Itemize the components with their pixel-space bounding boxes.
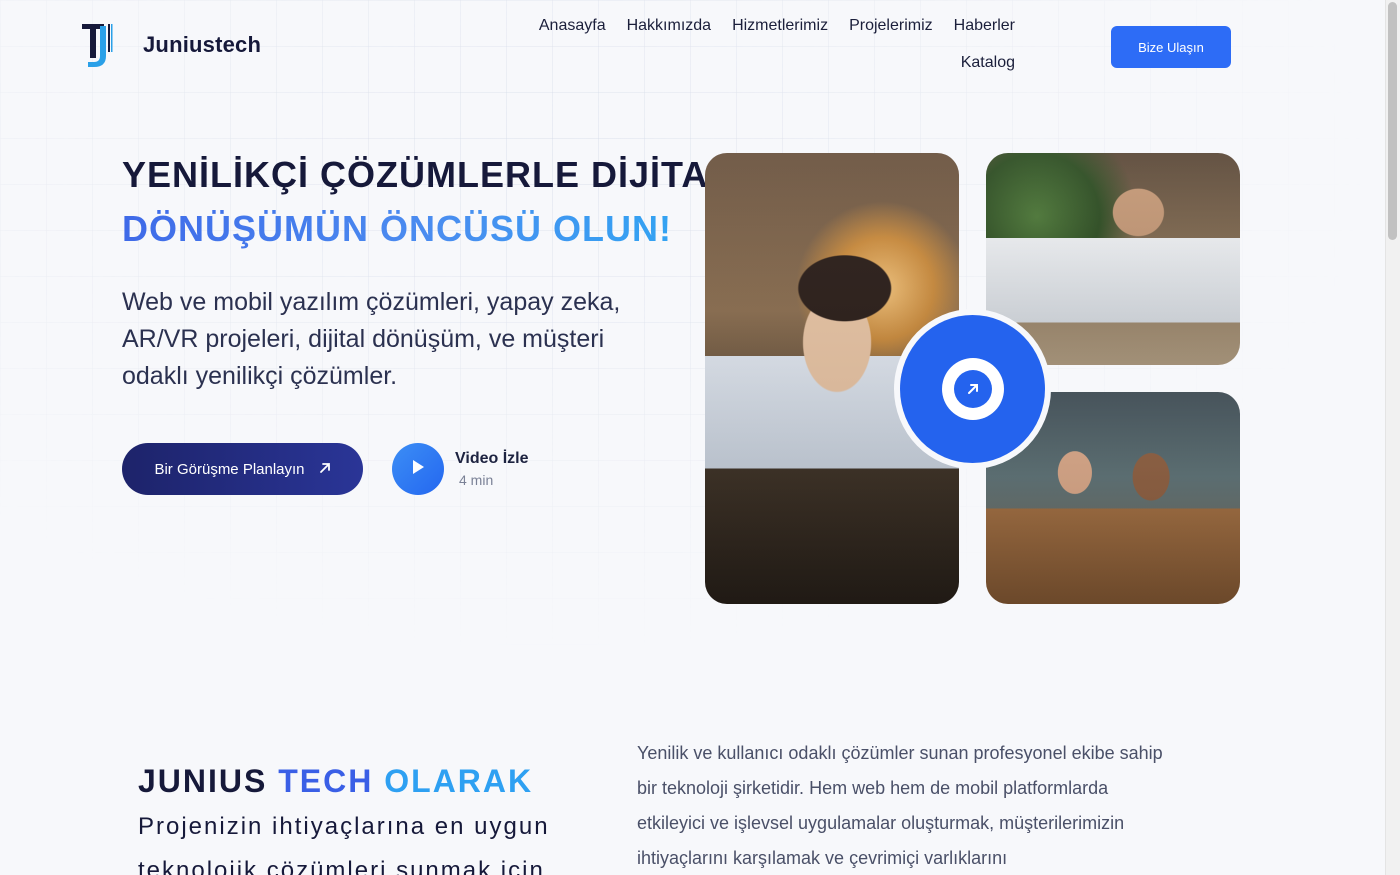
scrollbar[interactable] bbox=[1385, 0, 1400, 875]
nav-item-projelerimiz[interactable]: Projelerimiz bbox=[849, 16, 933, 36]
logo-mark-icon bbox=[80, 20, 120, 70]
collage-link-button[interactable] bbox=[900, 315, 1045, 463]
about-subtitle: Projenizin ihtiyaçlarına en uygun teknol… bbox=[138, 813, 550, 875]
video-title[interactable]: Video İzle bbox=[455, 450, 529, 468]
nav-item-katalog[interactable]: Katalog bbox=[961, 53, 1015, 73]
scrollbar-thumb[interactable] bbox=[1388, 2, 1397, 240]
video-length: 4 min bbox=[459, 472, 494, 488]
hero-title-line2: DÖNÜŞÜMÜN ÖNCÜSÜ OLUN! bbox=[122, 208, 672, 249]
play-icon bbox=[411, 459, 425, 480]
main-nav: Anasayfa Hakkımızda Hizmetlerimiz Projel… bbox=[500, 16, 1015, 73]
arrow-up-right-icon bbox=[319, 461, 331, 478]
schedule-meeting-button[interactable]: Bir Görüşme Planlayın bbox=[122, 443, 363, 495]
about-title-word3: OLARAK bbox=[384, 763, 534, 799]
brand-name: Juniustech bbox=[143, 32, 262, 57]
contact-button[interactable]: Bize Ulaşın bbox=[1111, 26, 1231, 68]
logo[interactable]: Juniustech bbox=[80, 20, 261, 70]
about-description: Yenilik ve kullanıcı odaklı çözümler sun… bbox=[637, 743, 1163, 868]
nav-item-haberler[interactable]: Haberler bbox=[954, 16, 1015, 36]
play-video-button[interactable] bbox=[392, 443, 444, 495]
arrow-up-right-icon bbox=[953, 370, 992, 408]
schedule-meeting-label: Bir Görüşme Planlayın bbox=[154, 460, 305, 478]
about-title: JUNIUS TECH OLARAK bbox=[138, 763, 533, 800]
about-title-word1: JUNIUS bbox=[138, 763, 268, 799]
nav-item-hizmetlerimiz[interactable]: Hizmetlerimiz bbox=[732, 16, 828, 36]
about-title-word2: TECH bbox=[278, 763, 374, 799]
nav-item-hakkimizda[interactable]: Hakkımızda bbox=[627, 16, 711, 36]
hero-subtitle: Web ve mobil yazılım çözümleri, yapay ze… bbox=[122, 288, 621, 390]
hero-title-line1: YENİLİKÇİ ÇÖZÜMLERLE DİJİTAL bbox=[122, 154, 732, 195]
hero-image-man-laptop bbox=[986, 153, 1240, 365]
nav-item-anasayfa[interactable]: Anasayfa bbox=[539, 16, 606, 36]
